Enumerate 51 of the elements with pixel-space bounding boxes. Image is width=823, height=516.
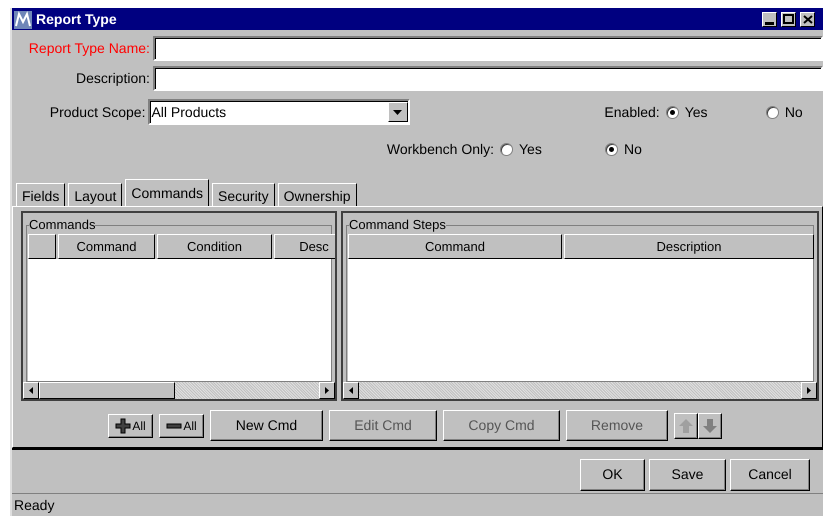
- dialog-button[interactable]: OK: [580, 458, 645, 491]
- close-button[interactable]: [800, 12, 815, 27]
- tab[interactable]: Security: [212, 183, 275, 206]
- status-bar: Ready: [12, 493, 823, 516]
- command-button[interactable]: New Cmd: [210, 410, 323, 442]
- column-header[interactable]: Desc: [274, 234, 335, 260]
- down-arrow-icon: [703, 418, 717, 433]
- radio-option[interactable]: No: [766, 102, 823, 123]
- maximize-button[interactable]: [781, 12, 796, 27]
- expand-all-button[interactable]: All: [108, 414, 153, 438]
- column-header[interactable]: Description: [564, 234, 814, 260]
- text-field[interactable]: [152, 36, 823, 61]
- tab[interactable]: Fields: [16, 183, 66, 206]
- product-scope-dropdown[interactable]: All Products: [148, 99, 410, 126]
- column-header[interactable]: Command: [58, 234, 155, 260]
- dropdown-arrow-icon: [393, 110, 402, 115]
- plus-icon: [115, 418, 132, 434]
- scroll-left-icon: [349, 387, 353, 394]
- collapse-all-button[interactable]: All: [159, 414, 204, 438]
- radio-option[interactable]: No: [605, 139, 665, 160]
- minimize-icon: [765, 22, 774, 25]
- column-header[interactable]: Command: [348, 234, 562, 260]
- field-label: Description:: [75, 68, 151, 88]
- minimize-button[interactable]: [762, 12, 777, 27]
- close-icon: [802, 14, 812, 24]
- scroll-right-icon: [325, 387, 329, 394]
- scroll-right-icon: [807, 387, 811, 394]
- scrollbar[interactable]: [343, 382, 817, 400]
- scrollbar-thumb[interactable]: [39, 382, 175, 400]
- column-header[interactable]: [28, 234, 56, 260]
- field-label: Report Type Name:: [28, 38, 151, 58]
- field-label: Enabled:: [603, 102, 661, 122]
- field-label: Workbench Only:: [386, 140, 495, 160]
- tab[interactable]: Ownership: [278, 183, 356, 206]
- tab[interactable]: Layout: [68, 183, 122, 206]
- up-arrow-icon: [679, 418, 693, 433]
- maximize-icon: [783, 14, 794, 24]
- column-header[interactable]: Condition: [157, 234, 272, 260]
- tab[interactable]: Commands: [125, 179, 209, 206]
- app-icon: [14, 10, 32, 29]
- scroll-left-icon: [29, 387, 33, 394]
- dialog-button[interactable]: Save: [649, 458, 726, 491]
- dialog-button[interactable]: Cancel: [730, 458, 810, 491]
- radio-option[interactable]: Yes: [666, 102, 766, 123]
- radio-option[interactable]: Yes: [500, 139, 605, 160]
- group-title: Command Steps: [349, 217, 446, 234]
- scrollbar[interactable]: [23, 382, 335, 400]
- window-title: Report Type: [36, 10, 117, 29]
- text-field[interactable]: [152, 66, 823, 91]
- move-down-button[interactable]: [698, 412, 722, 439]
- field-label: Product Scope:: [48, 102, 146, 122]
